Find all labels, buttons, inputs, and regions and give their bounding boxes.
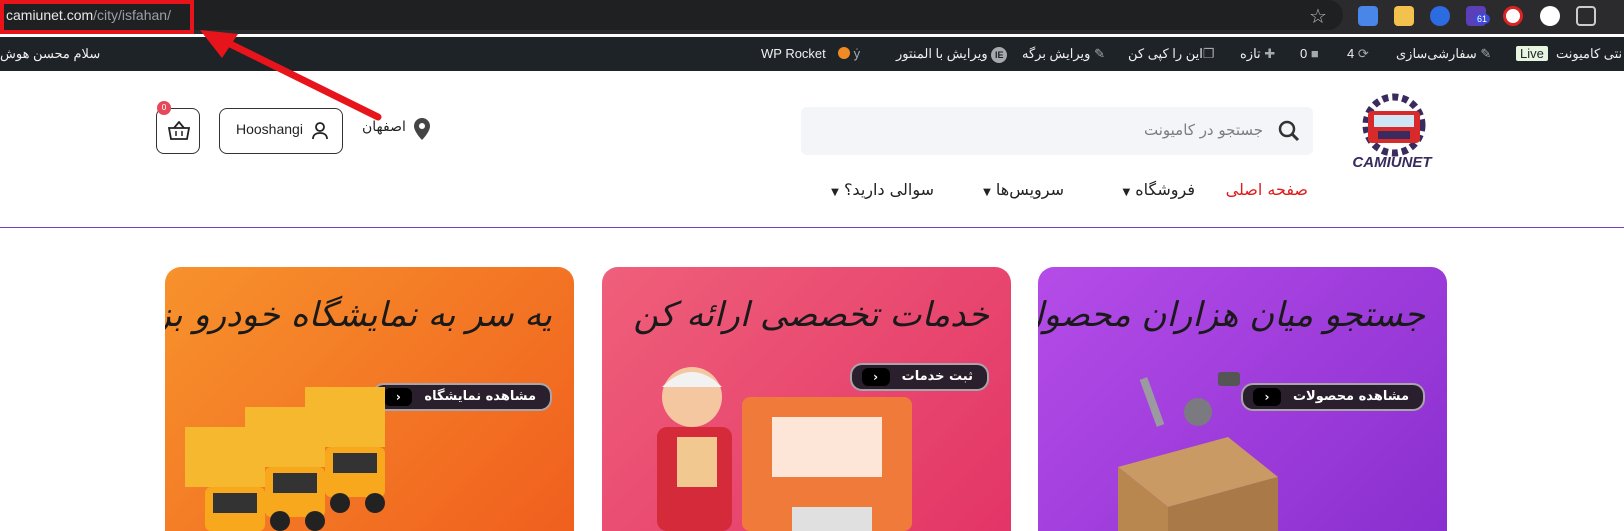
extensions-puzzle-icon[interactable] <box>1576 6 1596 26</box>
yoast-icon: ẏ <box>853 46 861 61</box>
extension-icon[interactable] <box>1430 6 1450 26</box>
banner-card-services[interactable]: خدمات تخصصی ارائه کن ثبت خدمات ‹ <box>602 267 1011 531</box>
updates-link[interactable]: 4 ⟳ <box>1347 46 1369 62</box>
comment-icon: ■ <box>1310 46 1319 61</box>
nav-shop[interactable]: فروشگاه ▼ <box>1123 180 1196 199</box>
site-name-link[interactable]: نتی کامیونت <box>1556 46 1622 62</box>
copy-icon: ❐ <box>1202 46 1215 61</box>
comments-link[interactable]: 0 ■ <box>1300 46 1319 61</box>
svg-text:CAMIUNET: CAMIUNET <box>1352 154 1433 171</box>
card-title: جستجو میان هزاران محصول <box>1038 295 1425 335</box>
edit-page-link[interactable]: ویرایش برگه ✎ <box>1022 46 1105 62</box>
translate-extension-icon[interactable] <box>1358 6 1378 26</box>
pencil-icon: ✎ <box>1094 46 1105 61</box>
trucks-illustration <box>185 387 385 531</box>
nav-home[interactable]: صفحه اصلی <box>1226 180 1308 199</box>
chevron-down-icon: ▼ <box>1122 187 1131 198</box>
seo-status-dot-icon <box>838 47 850 59</box>
pokeball-extension-icon[interactable] <box>1503 6 1523 26</box>
card-title: یه سر به نمایشگاه خودرو بزن <box>165 295 552 335</box>
chevron-down-icon: ▼ <box>831 187 839 198</box>
wp-rocket-link[interactable]: WP Rocket <box>761 46 826 61</box>
live-badge: Live <box>1516 46 1548 61</box>
refresh-icon: ⟳ <box>1357 46 1369 61</box>
elementor-icon: IE <box>991 47 1008 63</box>
extension-icon[interactable] <box>1540 6 1560 26</box>
edit-elementor-link[interactable]: ویرایش با المنتور IE <box>896 46 1008 63</box>
status-icons[interactable]: ẏ <box>838 46 860 61</box>
banner-card-products[interactable]: جستجو میان هزاران محصول مشاهده محصولات ‹ <box>1038 267 1447 531</box>
delivery-man-illustration <box>657 367 912 531</box>
banner-card-showroom[interactable]: یه سر به نمایشگاه خودرو بزن مشاهده نمایش… <box>165 267 574 531</box>
nav-faq[interactable]: سوالی دارید؟ ▼ <box>831 180 934 199</box>
plus-icon: ✚ <box>1264 46 1276 61</box>
customize-link[interactable]: سفارشی‌سازی ✎ <box>1396 46 1491 62</box>
new-content-link[interactable]: تازه ✚ <box>1240 46 1275 62</box>
notes-extension-icon[interactable] <box>1394 6 1414 26</box>
search-placeholder: جستجو در کامیونت <box>1144 121 1263 139</box>
chevron-down-icon: ▼ <box>983 187 991 198</box>
search-icon[interactable] <box>1277 119 1301 143</box>
camiunet-logo[interactable]: CAMIUNET <box>1332 93 1452 173</box>
annotation-arrow <box>200 30 382 121</box>
product-box-illustration <box>1118 372 1278 531</box>
brush-icon: ✎ <box>1480 46 1492 61</box>
copy-link[interactable]: این را کپی کن❐ <box>1128 46 1215 62</box>
card-title: خدمات تخصصی ارائه کن <box>633 295 989 335</box>
extension-badge: 61 <box>1474 14 1491 24</box>
nav-services[interactable]: سرویس‌ها ▼ <box>983 180 1064 199</box>
search-input[interactable]: جستجو در کامیونت <box>801 107 1313 155</box>
bookmark-star-icon[interactable]: ☆ <box>1309 4 1327 28</box>
